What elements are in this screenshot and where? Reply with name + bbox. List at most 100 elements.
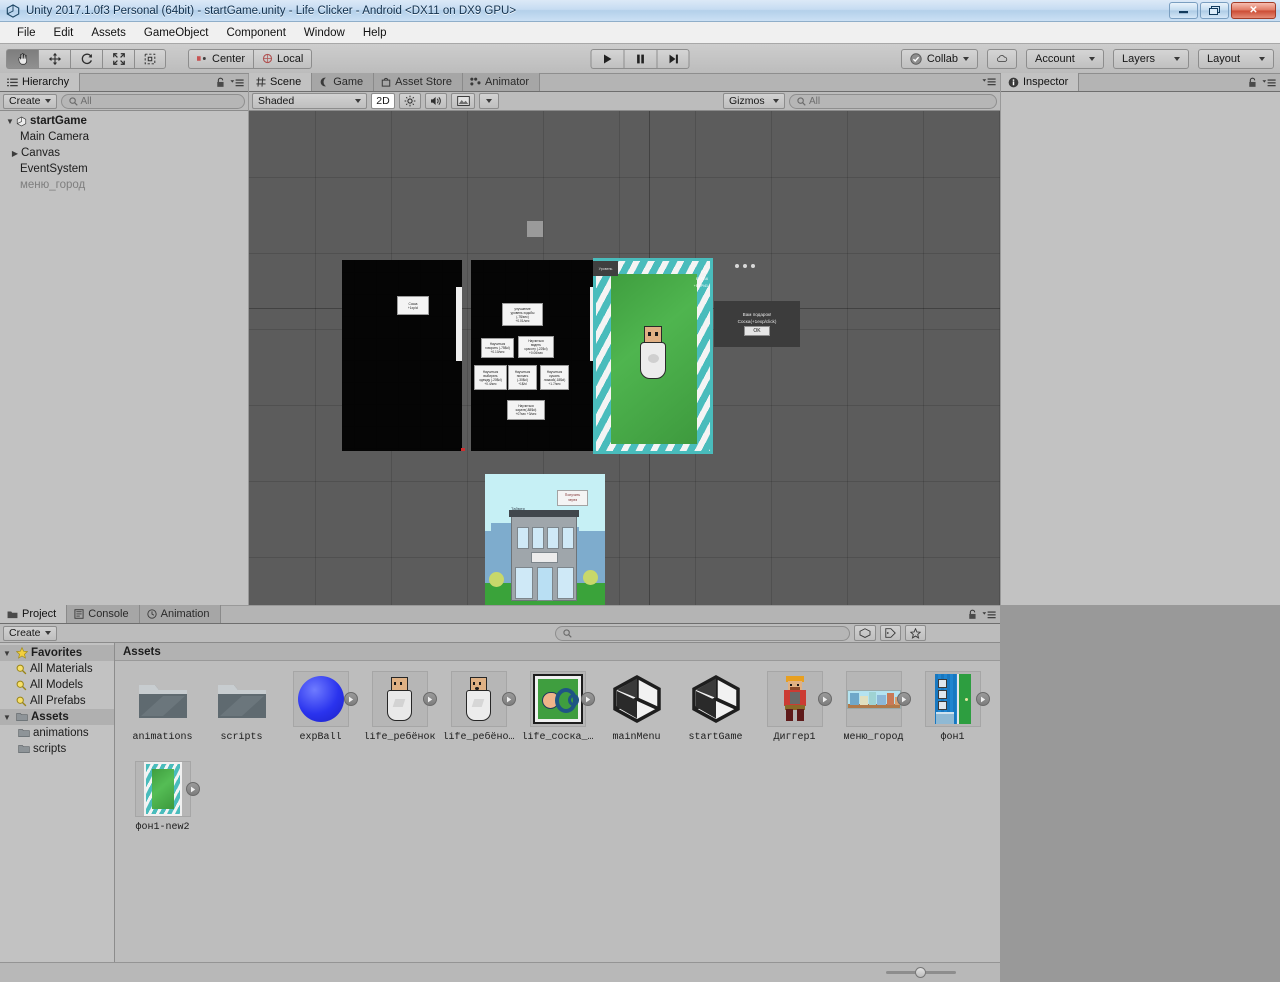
chevron-down-icon[interactable]: ▼: [4, 117, 16, 126]
maximize-button[interactable]: [1200, 2, 1229, 19]
menu-item-gameobject[interactable]: GameObject: [135, 25, 218, 41]
project-tree-animations[interactable]: animations: [0, 725, 114, 741]
expand-asset-icon[interactable]: [344, 692, 358, 706]
menu-item-edit[interactable]: Edit: [45, 25, 83, 41]
expand-asset-icon[interactable]: [818, 692, 832, 706]
tab-game[interactable]: Game: [312, 73, 374, 91]
project-tree-favorites[interactable]: ▼ Favorites: [0, 645, 114, 661]
asset-item-fon1[interactable]: фон1: [913, 671, 992, 743]
project-tree-all-materials[interactable]: All Materials: [0, 661, 114, 677]
cloud-button[interactable]: [987, 49, 1017, 69]
gizmos-dropdown[interactable]: Gizmos: [723, 93, 785, 109]
hierarchy-item-eventsystem[interactable]: EventSystem: [0, 161, 248, 177]
rotate-tool-button[interactable]: [70, 49, 102, 69]
filter-type-button[interactable]: [854, 625, 876, 641]
asset-item-animations[interactable]: animations: [123, 671, 202, 743]
menu-item-assets[interactable]: Assets: [82, 25, 135, 41]
scene-search-input[interactable]: All: [789, 94, 997, 109]
expand-asset-icon[interactable]: [423, 692, 437, 706]
asset-item-expball[interactable]: expBall: [281, 671, 360, 743]
hierarchy-search-input[interactable]: All: [61, 94, 245, 109]
menu-item-help[interactable]: Help: [354, 25, 396, 41]
panel-menu-icon[interactable]: [982, 610, 996, 620]
dialog-ok-button[interactable]: OK: [744, 326, 769, 336]
toggle-2d-button[interactable]: 2D: [371, 93, 395, 109]
scene-fx-dropdown[interactable]: [479, 93, 499, 109]
project-search-input[interactable]: [555, 626, 850, 641]
tab-project[interactable]: Project: [0, 605, 67, 623]
panel-menu-icon[interactable]: [1262, 78, 1276, 88]
favorites-button[interactable]: [905, 625, 926, 641]
menu-item-file[interactable]: File: [8, 25, 45, 41]
hand-tool-button[interactable]: [6, 49, 38, 69]
layout-button[interactable]: Layout: [1198, 49, 1274, 69]
project-tree-all-models[interactable]: All Models: [0, 677, 114, 693]
expand-asset-icon[interactable]: [502, 692, 516, 706]
rect-tool-button[interactable]: [134, 49, 166, 69]
panel-menu-icon[interactable]: [982, 77, 996, 87]
project-tree-all-prefabs[interactable]: All Prefabs: [0, 693, 114, 709]
toggle-lighting-button[interactable]: [399, 93, 421, 109]
asset-item-startgame[interactable]: startGame: [676, 671, 755, 743]
expand-asset-icon[interactable]: [897, 692, 911, 706]
tab-inspector[interactable]: Inspector: [1001, 73, 1079, 91]
move-tool-button[interactable]: [38, 49, 70, 69]
asset-item-life-rebenok[interactable]: life_ребёнок: [360, 671, 439, 743]
account-button[interactable]: Account: [1026, 49, 1104, 69]
scene-city-button[interactable]: Получитьчерез: [557, 490, 588, 506]
panel-menu-icon[interactable]: [230, 78, 244, 88]
asset-item-mainmenu[interactable]: mainMenu: [597, 671, 676, 743]
asset-grid[interactable]: animations scripts: [115, 661, 1000, 855]
toggle-image-effects-button[interactable]: [451, 93, 475, 109]
hierarchy-item-menu-gorod[interactable]: меню_город: [0, 177, 248, 193]
menu-item-component[interactable]: Component: [217, 25, 294, 41]
lock-icon[interactable]: [1248, 77, 1257, 88]
hierarchy-item-main-camera[interactable]: Main Camera: [0, 129, 248, 145]
asset-item-menu-gorod[interactable]: меню_город: [834, 671, 913, 743]
project-create-button[interactable]: Create: [3, 626, 57, 641]
menu-item-window[interactable]: Window: [295, 25, 354, 41]
tab-console[interactable]: Console: [67, 605, 139, 623]
chevron-down-icon[interactable]: ▼: [3, 649, 13, 658]
expand-asset-icon[interactable]: [186, 782, 200, 796]
layers-button[interactable]: Layers: [1113, 49, 1189, 69]
minimize-button[interactable]: [1169, 2, 1198, 19]
tab-hierarchy[interactable]: Hierarchy: [0, 73, 80, 91]
hierarchy-item-canvas[interactable]: ▶ Canvas: [0, 145, 248, 161]
hierarchy-create-button[interactable]: Create: [3, 94, 57, 109]
hierarchy-item-startgame[interactable]: ▼ startGame: [0, 113, 248, 129]
chevron-down-icon[interactable]: ▼: [3, 713, 13, 722]
pivot-mode-button[interactable]: Center: [188, 49, 253, 69]
collab-button[interactable]: Collab: [901, 49, 978, 69]
scene-viewport[interactable]: Соска +1xp/cl улучшение уровень ходьбы (…: [249, 111, 1000, 605]
lock-icon[interactable]: [216, 77, 225, 88]
asset-item-fon1-new2[interactable]: фон1-new2: [123, 761, 202, 833]
tab-scene[interactable]: Scene: [249, 73, 312, 91]
chevron-right-icon[interactable]: ▶: [9, 149, 21, 158]
asset-item-life-rebenok-2[interactable]: life_ребёно…: [439, 671, 518, 743]
lock-icon[interactable]: [968, 609, 977, 620]
asset-zoom-slider-knob[interactable]: [915, 967, 926, 978]
project-tree-scripts[interactable]: scripts: [0, 741, 114, 757]
step-button[interactable]: [657, 49, 690, 69]
pause-button[interactable]: [624, 49, 657, 69]
asset-item-life-soska[interactable]: life_соска_…: [518, 671, 597, 743]
tab-animator[interactable]: Animator: [463, 73, 540, 91]
asset-item-scripts[interactable]: scripts: [202, 671, 281, 743]
asset-zoom-slider[interactable]: [886, 971, 956, 974]
filter-label-button[interactable]: [880, 625, 901, 641]
hierarchy-tree[interactable]: ▼ startGame Main Camera ▶ Canvas EventSy…: [0, 111, 248, 605]
play-button[interactable]: [591, 49, 624, 69]
project-tree-assets[interactable]: ▼ Assets: [0, 709, 114, 725]
project-tree[interactable]: ▼ Favorites All Materials All Models All…: [0, 643, 115, 962]
tab-animation[interactable]: Animation: [140, 605, 221, 623]
space-mode-button[interactable]: Local: [253, 49, 312, 69]
scale-tool-button[interactable]: [102, 49, 134, 69]
shading-mode-dropdown[interactable]: Shaded: [252, 93, 367, 109]
toggle-audio-button[interactable]: [425, 93, 447, 109]
expand-asset-icon[interactable]: [581, 692, 595, 706]
tab-asset-store[interactable]: Asset Store: [374, 73, 463, 91]
asset-item-digger1[interactable]: Диггер1: [755, 671, 834, 743]
close-button[interactable]: ✕: [1231, 2, 1276, 19]
expand-asset-icon[interactable]: [976, 692, 990, 706]
